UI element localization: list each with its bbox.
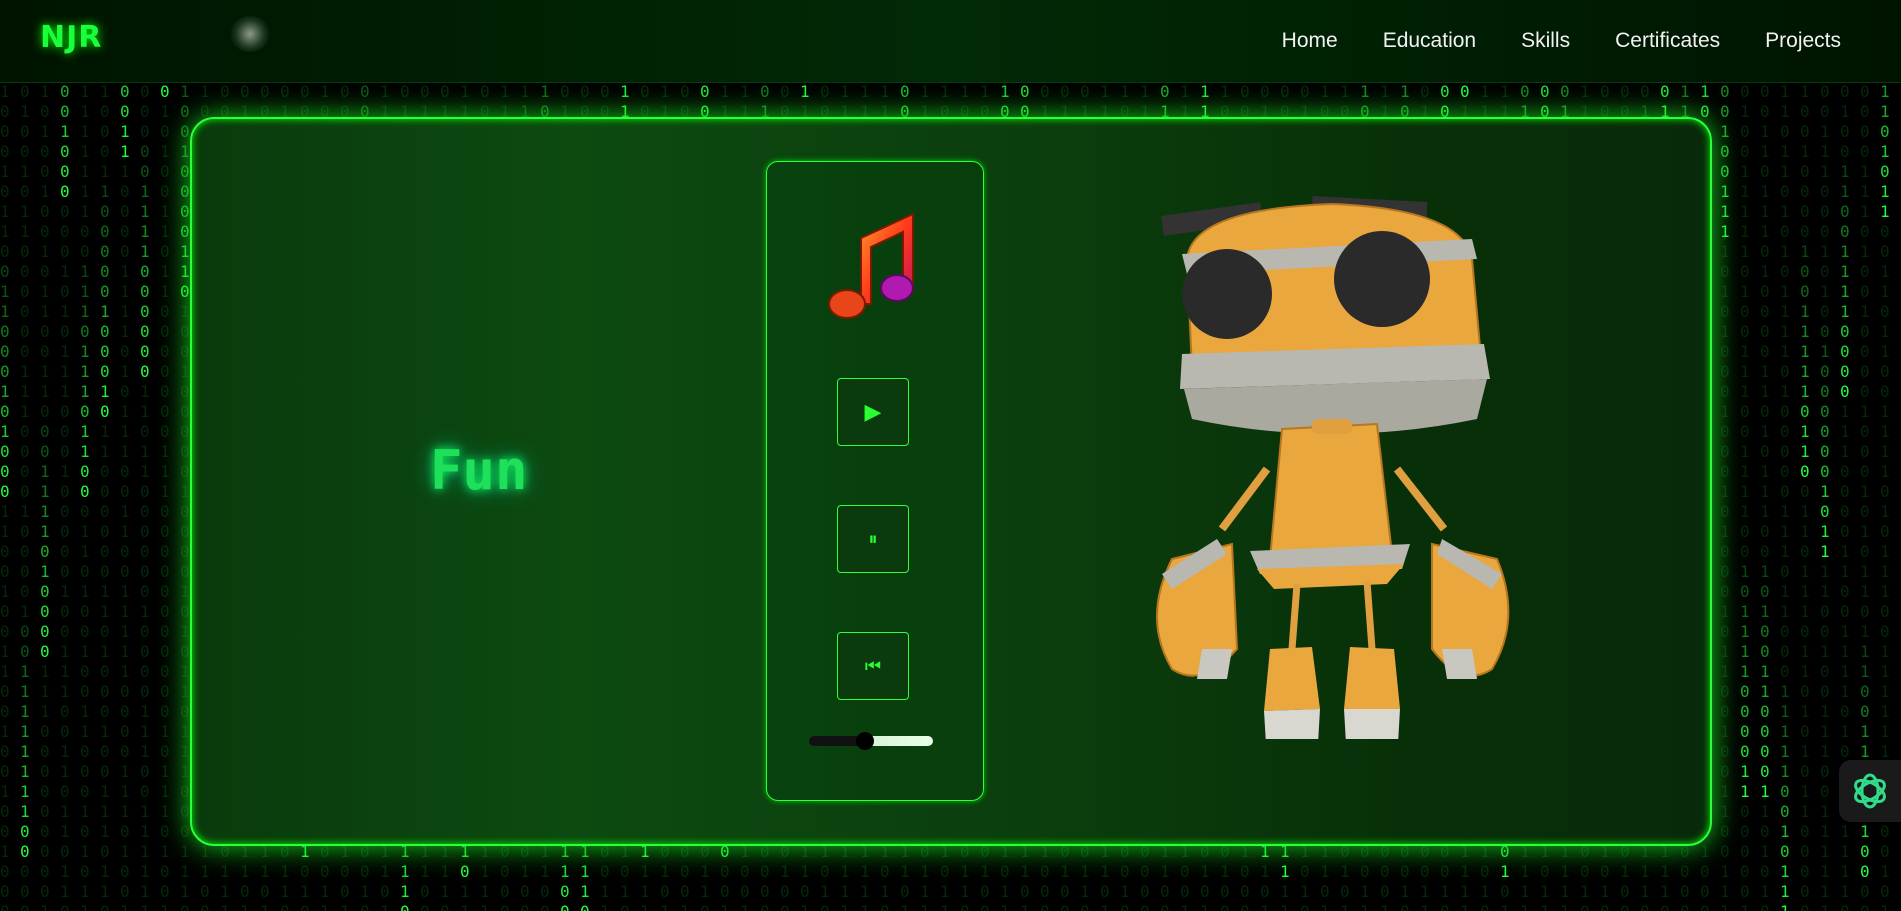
fun-section-card: Fun ▶ ⏸ ⏮ [190, 117, 1712, 846]
matrix-column: 1111111001110111011000110100100110001010… [80, 82, 90, 911]
matrix-column: 1001000010011111011001101110110101011000… [1800, 82, 1810, 911]
nav-education[interactable]: Education [1383, 29, 1476, 53]
matrix-column: 0010011110101000100010100010110010011001… [1720, 82, 1730, 911]
matrix-column: 0100111110100111001111001011110000110000… [1740, 82, 1750, 911]
nav-projects[interactable]: Projects [1765, 29, 1841, 53]
matrix-column: 1000101100110001010001100100110010010010… [0, 82, 10, 911]
robot-3d-model[interactable] [1132, 179, 1532, 739]
matrix-column: 0011100010100100000010111100100111001111… [1820, 82, 1830, 911]
matrix-column: 0101001101100000001110000000000010111010… [160, 82, 170, 911]
music-player: ▶ ⏸ ⏮ [766, 161, 984, 801]
music-note-icon [828, 212, 914, 319]
pause-button[interactable]: ⏸ [837, 505, 909, 573]
previous-button[interactable]: ⏮ [837, 632, 909, 700]
previous-icon: ⏮ [864, 655, 882, 677]
matrix-column: 0000011110000001101100000010000111001111… [140, 82, 150, 911]
chat-assistant-icon [1854, 773, 1886, 809]
blurred-avatar [230, 16, 270, 52]
matrix-column: 0011011101000011010111001010011000011010… [1760, 82, 1770, 911]
matrix-column: 0011100001111010111001100111110000111010… [120, 82, 130, 911]
navbar: NJR Home Education Skills Certificates P… [0, 0, 1901, 83]
pause-icon: ⏸ [868, 528, 878, 550]
nav-certificates[interactable]: Certificates [1615, 29, 1720, 53]
matrix-column: 1000110000010001011000000110100010011101… [100, 82, 110, 911]
volume-slider[interactable] [809, 732, 933, 750]
nav-home[interactable]: Home [1282, 29, 1338, 53]
nav-skills[interactable]: Skills [1521, 29, 1570, 53]
play-button[interactable]: ▶ [837, 378, 909, 446]
matrix-column: 1010010010110011000111101000011100000000… [40, 82, 50, 911]
volume-slider-thumb[interactable] [855, 732, 874, 750]
logo[interactable]: NJR [40, 20, 102, 55]
matrix-column: 0100101100000011100001000010011111111000… [20, 82, 30, 911]
matrix-column: 1001000011010010000010000101011011100011… [180, 82, 190, 911]
play-icon: ▶ [864, 399, 882, 425]
matrix-column: 1101101010111101000001110110001111100101… [1780, 82, 1790, 911]
section-title: Fun [430, 439, 528, 502]
nav-menu: Home Education Skills Certificates Proje… [1282, 0, 1841, 82]
chat-widget-button[interactable] [1839, 760, 1901, 822]
matrix-column: 0010000001010111000100000100111001101101… [60, 82, 70, 911]
